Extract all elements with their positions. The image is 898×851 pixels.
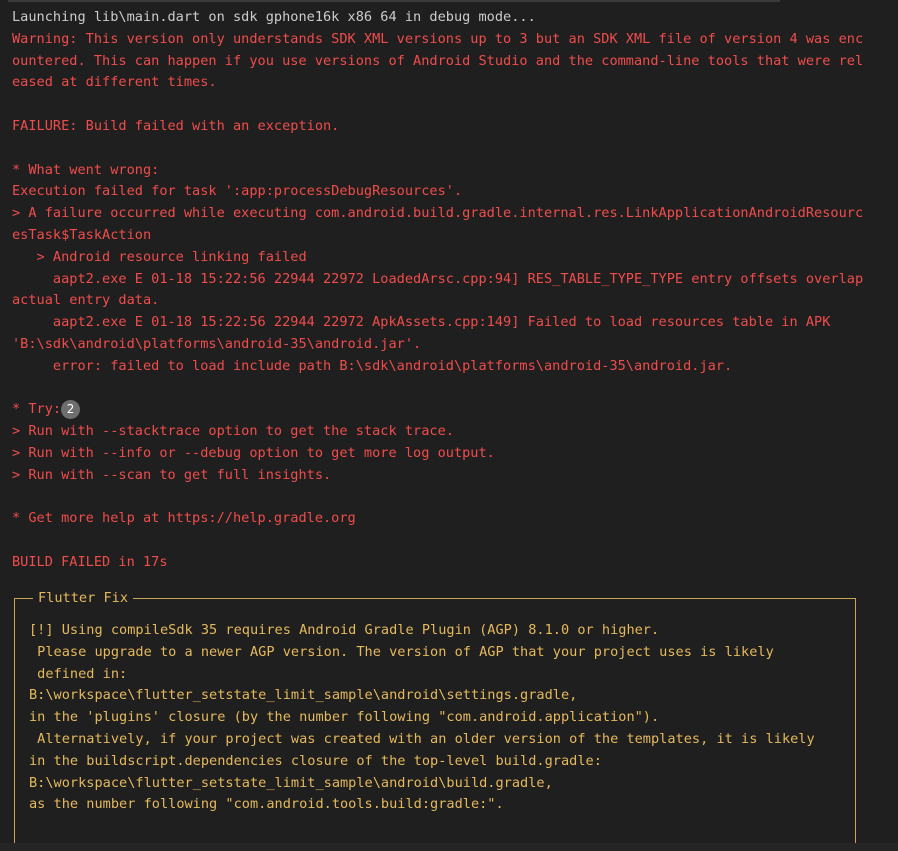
terminal-log: Launching lib\main.dart on sdk gphone16k… <box>12 7 894 574</box>
fix-line <box>29 816 853 838</box>
log-line: esTask$TaskAction <box>12 226 152 243</box>
flutter-fix-title: Flutter Fix <box>33 588 134 610</box>
log-line: > Run with --info or --debug option to g… <box>12 444 495 461</box>
log-line: > A failure occurred while executing com… <box>12 205 864 222</box>
build-failed-line: BUILD FAILED in 17s <box>12 553 168 570</box>
log-line: Warning: This version only understands S… <box>12 30 864 47</box>
log-line: Launching lib\main.dart on sdk gphone16k… <box>12 9 536 25</box>
log-line: > Run with --scan to get full insights. <box>12 466 332 483</box>
fix-line: B:\workspace\flutter_setstate_limit_samp… <box>29 687 578 704</box>
log-line: aapt2.exe E 01-18 15:22:56 22944 22972 L… <box>12 270 864 287</box>
log-line: * What went wrong: <box>12 161 160 178</box>
fix-line: Please upgrade to a newer AGP version. T… <box>29 643 774 660</box>
collapsed-lines-badge[interactable]: 2 <box>61 400 81 420</box>
flutter-fix-body: [!] Using compileSdk 35 requires Android… <box>29 620 853 838</box>
fix-line: B:\workspace\flutter_setstate_limit_samp… <box>29 774 553 791</box>
log-line: eased at different times. <box>12 74 217 91</box>
collapsed-lines-row: 2 <box>12 378 894 420</box>
log-line: * Try: <box>12 401 62 418</box>
log-line: Execution failed for task ':app:processD… <box>12 183 463 200</box>
flutter-fix-box: Flutter Fix [!] Using compileSdk 35 requ… <box>14 588 856 848</box>
log-line: FAILURE: Build failed with an exception. <box>12 117 340 134</box>
help-link-line[interactable]: * Get more help at https://help.gradle.o… <box>12 508 894 530</box>
fix-line: defined in: <box>29 665 128 682</box>
fix-line: [!] Using compileSdk 35 requires Android… <box>29 622 660 638</box>
log-line: 'B:\sdk\android\platforms\android-35\and… <box>12 335 422 352</box>
log-line: aapt2.exe E 01-18 15:22:56 22944 22972 A… <box>12 314 831 331</box>
log-line: > Run with --stacktrace option to get th… <box>12 423 454 440</box>
terminal-output-panel[interactable]: Launching lib\main.dart on sdk gphone16k… <box>0 0 898 851</box>
log-line: ountered. This can happen if you use ver… <box>12 52 864 69</box>
horizontal-scrollbar[interactable] <box>0 843 898 851</box>
fix-line: in the 'plugins' closure (by the number … <box>29 709 660 726</box>
fix-line: as the number following "com.android.too… <box>29 796 504 813</box>
panel-top-divider <box>8 0 780 2</box>
log-line: actual entry data. <box>12 292 160 309</box>
log-line: error: failed to load include path B:\sd… <box>12 357 733 374</box>
fix-line: in the buildscript.dependencies closure … <box>29 752 602 769</box>
log-line: > Android resource linking failed <box>12 248 307 265</box>
fix-line: Alternatively, if your project was creat… <box>29 730 815 747</box>
